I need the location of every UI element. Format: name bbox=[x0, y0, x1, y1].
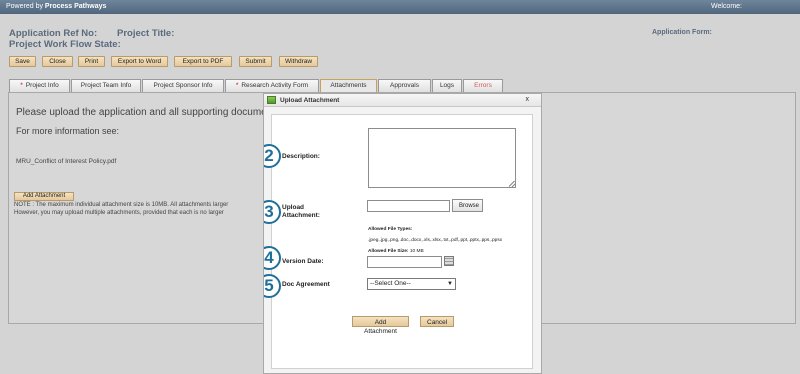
allowed-types-list: .jpeg,.jpg,.png,.doc,.docx,.xls,.xlsx,.t… bbox=[368, 238, 503, 243]
browse-button[interactable]: Browse bbox=[452, 199, 483, 212]
add-attachment-button[interactable]: Add Attachment bbox=[14, 192, 74, 201]
upload-label-line-2: Attachment: bbox=[282, 212, 320, 219]
tab-project-info[interactable]: * Project Info bbox=[9, 79, 70, 92]
application-ref-label: Application Ref No: bbox=[9, 28, 98, 39]
resize-grip-icon[interactable] bbox=[509, 181, 515, 187]
description-textarea[interactable] bbox=[368, 128, 516, 188]
application-form-label: Application Form: bbox=[652, 29, 712, 36]
dialog-title-bar: Upload Attachment x bbox=[264, 94, 541, 107]
version-date-label: Version Date: bbox=[282, 258, 324, 265]
upload-label-line-1: Upload bbox=[282, 204, 305, 211]
dialog-add-attachment-button[interactable]: Add Attachment bbox=[352, 316, 409, 335]
step-5-marker: 5 bbox=[264, 274, 281, 298]
file-path-input[interactable] bbox=[367, 200, 450, 212]
project-title-label: Project Title: bbox=[117, 28, 175, 39]
step-4-marker: 4 bbox=[264, 246, 281, 270]
save-button[interactable]: Save bbox=[9, 56, 36, 67]
chevron-down-icon: ▼ bbox=[447, 281, 453, 287]
allowed-size: Allowed File Size: 10 MB bbox=[368, 249, 424, 254]
dialog-form: 2 Description: 3 Upload Attachment: Brow… bbox=[264, 114, 533, 369]
dialog-cancel-button[interactable]: Cancel bbox=[420, 316, 454, 327]
submit-button[interactable]: Submit bbox=[239, 56, 272, 67]
print-button[interactable]: Print bbox=[78, 56, 105, 67]
allowed-types-label: Allowed File Types: bbox=[368, 227, 413, 232]
upload-instructions: Please upload the application and all su… bbox=[16, 107, 297, 118]
doc-agreement-label: Doc Agreement bbox=[282, 281, 330, 288]
version-date-input[interactable] bbox=[367, 256, 442, 268]
tab-research-activity-form[interactable]: * Research Activity Form bbox=[225, 79, 319, 92]
export-word-button[interactable]: Export to Word bbox=[111, 56, 168, 67]
withdraw-button[interactable]: Withdraw bbox=[279, 56, 318, 67]
workflow-state-label: Project Work Flow State: bbox=[9, 39, 121, 50]
description-label: Description: bbox=[282, 153, 320, 160]
step-2-marker: 2 bbox=[264, 144, 281, 168]
close-button[interactable]: Close bbox=[42, 56, 73, 67]
powered-by-text: Powered by Process Pathways bbox=[6, 3, 107, 10]
tab-approvals[interactable]: Approvals bbox=[378, 79, 431, 92]
dialog-close-icon[interactable]: x bbox=[526, 96, 530, 103]
tab-errors[interactable]: Errors bbox=[463, 79, 503, 92]
step-3-marker: 3 bbox=[264, 200, 281, 224]
dialog-title: Upload Attachment bbox=[280, 97, 340, 104]
welcome-text: Welcome: bbox=[711, 3, 742, 10]
more-info-text: For more information see: bbox=[16, 126, 120, 136]
tab-project-team-info[interactable]: Project Team Info bbox=[71, 79, 141, 92]
top-bar: Powered by Process Pathways Welcome: bbox=[0, 0, 800, 14]
upload-attachment-dialog: Upload Attachment x 2 Description: 3 Upl… bbox=[263, 93, 542, 374]
size-note-line-1: NOTE : The maximum individual attachment… bbox=[14, 202, 229, 208]
calendar-icon[interactable] bbox=[444, 256, 454, 266]
tab-attachments[interactable]: Attachments bbox=[320, 79, 377, 93]
export-pdf-button[interactable]: Export to PDF bbox=[174, 56, 232, 67]
tab-logs[interactable]: Logs bbox=[432, 79, 462, 92]
policy-file-link[interactable]: MRU_Conflict of Interest Policy.pdf bbox=[16, 158, 116, 165]
size-note-line-2: However, you may upload multiple attachm… bbox=[14, 210, 224, 216]
doc-agreement-select[interactable]: --Select One-- ▼ bbox=[367, 278, 456, 290]
tab-project-sponsor-info[interactable]: Project Sponsor Info bbox=[142, 79, 224, 92]
upload-icon bbox=[267, 96, 276, 104]
